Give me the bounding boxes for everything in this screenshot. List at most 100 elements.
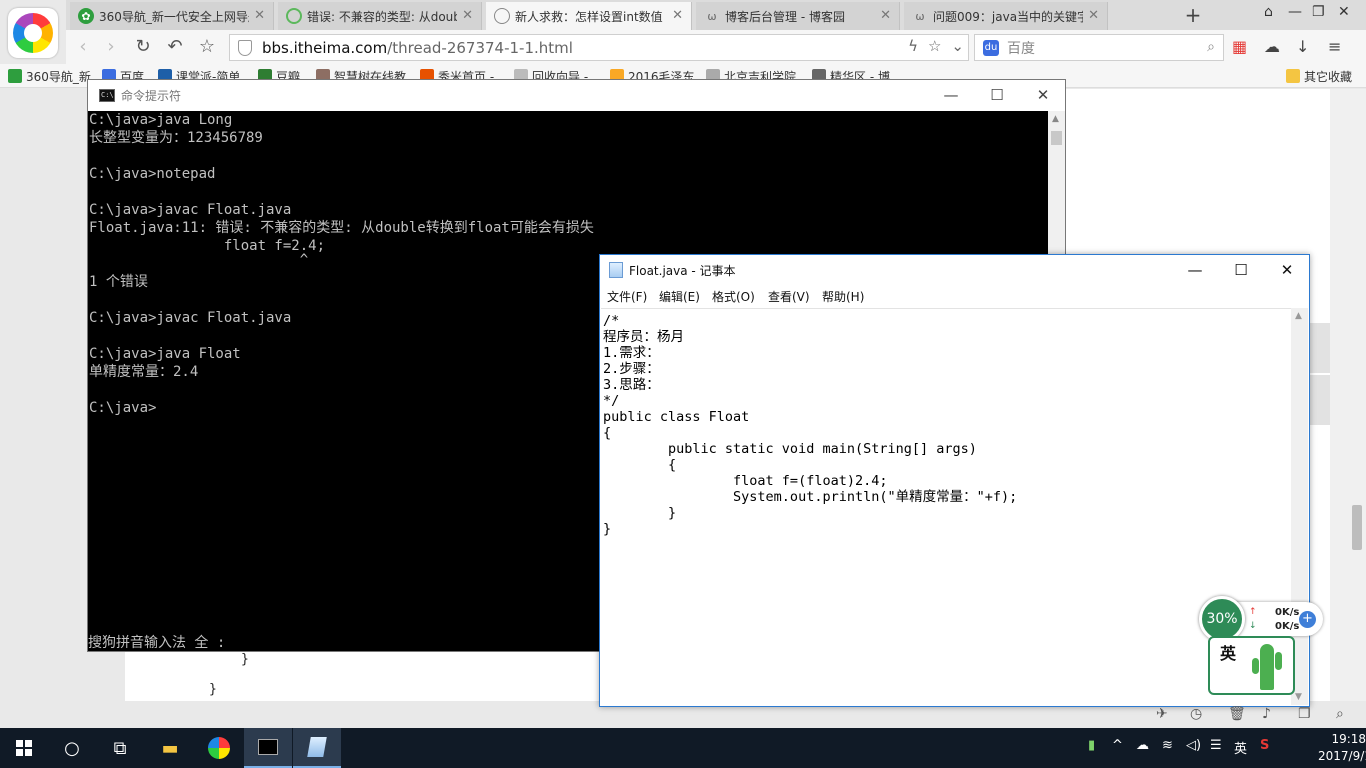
- ime-skin-widget[interactable]: 英: [1208, 636, 1295, 695]
- browser-360-icon[interactable]: [195, 728, 243, 768]
- lightning-icon[interactable]: ϟ: [908, 37, 918, 55]
- bookmark-item[interactable]: 360导航_新: [8, 68, 91, 85]
- menu-edit[interactable]: 编辑(E): [659, 288, 700, 305]
- tab-label: 360导航_新一代安全上网导航: [99, 9, 249, 24]
- new-tab-button[interactable]: +: [1183, 3, 1203, 27]
- back-icon[interactable]: ‹: [72, 36, 94, 57]
- volume-icon[interactable]: ◁): [1186, 738, 1201, 753]
- window-icon[interactable]: ❐: [1298, 706, 1311, 722]
- undo-icon[interactable]: ↶: [164, 36, 186, 57]
- tab-3[interactable]: 新人求救：怎样设置int数值 ✕: [486, 2, 692, 30]
- url-path: /thread-267374-1-1.html: [387, 38, 573, 57]
- cmd-title-bar[interactable]: C:\ 命令提示符 — ☐ ✕: [88, 80, 1065, 111]
- chevron-up-icon[interactable]: ^: [1112, 738, 1123, 753]
- minimize-icon[interactable]: —: [1288, 4, 1302, 20]
- cmd-line: C:\java>notepad: [89, 166, 216, 182]
- ime-indicator[interactable]: 英: [1234, 738, 1247, 757]
- close-icon[interactable]: ✕: [1088, 8, 1099, 23]
- clock-date: 2017/9/19: [1318, 749, 1366, 763]
- search-placeholder: 百度: [1007, 40, 1035, 57]
- other-bookmarks[interactable]: 其它收藏: [1286, 68, 1352, 85]
- cmd-taskbar-icon[interactable]: [244, 728, 292, 768]
- favorite-star-icon[interactable]: ☆: [196, 36, 218, 57]
- wifi-icon[interactable]: ≋: [1162, 738, 1173, 753]
- folder-icon: [1286, 69, 1300, 83]
- close-icon[interactable]: ✕: [462, 8, 473, 23]
- code-line: }: [603, 505, 677, 521]
- forward-icon[interactable]: ›: [100, 36, 122, 57]
- close-icon[interactable]: ✕: [880, 8, 891, 23]
- sogou-icon[interactable]: S: [1260, 738, 1269, 753]
- menu-help[interactable]: 帮助(H): [822, 288, 864, 305]
- file-explorer-icon[interactable]: ▬: [146, 728, 194, 768]
- code-line: }: [603, 521, 612, 537]
- notepad-text-area[interactable]: /* 程序员：杨月 1.需求： 2.步骤： 3.思路： */ public cl…: [601, 308, 1291, 705]
- minimize-icon[interactable]: —: [1185, 261, 1205, 279]
- tab-1[interactable]: ✿ 360导航_新一代安全上网导航 ✕: [70, 2, 274, 30]
- address-bar[interactable]: bbs.itheima.com/thread-267374-1-1.html ϟ…: [229, 34, 969, 61]
- cloud-icon[interactable]: ☁: [1264, 37, 1280, 56]
- close-icon[interactable]: ✕: [1338, 4, 1350, 20]
- page-margin: [1330, 89, 1366, 701]
- url-host: bbs.itheima.com: [262, 38, 388, 57]
- page-code-brace: }: [209, 682, 217, 697]
- cmd-line: 长整型变量为：123456789: [89, 130, 263, 146]
- cmd-line: Float.java:11: 错误: 不兼容的类型: 从double转换到flo…: [89, 220, 594, 236]
- chevron-down-icon[interactable]: ⌄: [951, 37, 964, 55]
- ime-status: 搜狗拼音输入法 全 :: [88, 635, 226, 651]
- download-icon[interactable]: ↓: [1296, 37, 1309, 56]
- code-line: 2.步骤：: [603, 361, 660, 377]
- close-icon[interactable]: ✕: [254, 8, 265, 23]
- cortana-icon[interactable]: ○: [48, 728, 96, 768]
- search-box[interactable]: du 百度 ⌕: [974, 34, 1224, 61]
- search-icon[interactable]: ⌕: [1207, 39, 1215, 55]
- refresh-icon[interactable]: ↻: [132, 36, 154, 57]
- star-icon[interactable]: ☆: [928, 37, 941, 55]
- cmd-line: C:\java>java Long: [89, 112, 233, 128]
- shirt-icon[interactable]: ⌂: [1264, 4, 1273, 20]
- notepad-menubar: 文件(F) 编辑(E) 格式(O) 查看(V) 帮助(H): [600, 285, 1309, 307]
- accelerate-plus-icon[interactable]: +: [1299, 611, 1316, 628]
- apps-icon[interactable]: ▦: [1232, 37, 1247, 56]
- page-scrollbar-thumb[interactable]: [1352, 505, 1362, 550]
- history-icon[interactable]: ◷: [1190, 706, 1202, 722]
- minimize-icon[interactable]: —: [941, 86, 961, 104]
- task-view-icon[interactable]: ⧉: [96, 728, 144, 768]
- code-line: 3.思路：: [603, 377, 660, 393]
- close-icon[interactable]: ✕: [1033, 86, 1053, 104]
- scroll-up-icon[interactable]: ▲: [1052, 114, 1059, 124]
- scroll-down-icon[interactable]: ▼: [1295, 692, 1302, 702]
- tab-label: 错误: 不兼容的类型: 从double: [307, 9, 457, 24]
- download-speed: 0K/s: [1275, 621, 1300, 632]
- menu-icon[interactable]: ≡: [1328, 37, 1341, 56]
- maximize-icon[interactable]: ☐: [1231, 261, 1251, 279]
- menu-format[interactable]: 格式(O): [712, 288, 755, 305]
- blog-icon: ω: [707, 9, 717, 23]
- page-code-brace: }: [241, 652, 249, 667]
- browser-logo[interactable]: [8, 8, 58, 58]
- cmd-line: C:\java>javac Float.java: [89, 202, 292, 218]
- notepad-title-bar[interactable]: Float.java - 记事本 — ☐ ✕: [600, 255, 1309, 285]
- scroll-up-icon[interactable]: ▲: [1295, 311, 1302, 321]
- notepad-taskbar-icon[interactable]: [293, 728, 341, 768]
- tab-4[interactable]: ω 博客后台管理 - 博客园 ✕: [696, 2, 900, 30]
- notification-icon[interactable]: ☰: [1210, 738, 1222, 753]
- restore-icon[interactable]: ❐: [1312, 4, 1325, 20]
- cmd-scrollbar-thumb[interactable]: [1051, 131, 1062, 145]
- search-icon[interactable]: ⌕: [1336, 706, 1344, 722]
- menu-file[interactable]: 文件(F): [607, 288, 647, 305]
- cloud-tray-icon[interactable]: ☁: [1136, 738, 1149, 753]
- clock[interactable]: 19:18 2017/9/19: [1318, 731, 1366, 765]
- trash-icon[interactable]: 🗑: [1228, 706, 1246, 722]
- speaker-icon[interactable]: ♪: [1262, 706, 1271, 722]
- close-icon[interactable]: ✕: [672, 8, 683, 23]
- upload-arrow-icon: ↑: [1249, 607, 1257, 617]
- pin-icon[interactable]: ✈: [1156, 706, 1168, 722]
- maximize-icon[interactable]: ☐: [987, 86, 1007, 104]
- tab-2[interactable]: 错误: 不兼容的类型: 从double ✕: [278, 2, 482, 30]
- menu-view[interactable]: 查看(V): [768, 288, 810, 305]
- close-icon[interactable]: ✕: [1277, 261, 1297, 279]
- start-button[interactable]: [0, 728, 48, 768]
- battery-icon[interactable]: ▮: [1088, 738, 1095, 753]
- tab-5[interactable]: ω 问题009：java当中的关键字 ✕: [904, 2, 1108, 30]
